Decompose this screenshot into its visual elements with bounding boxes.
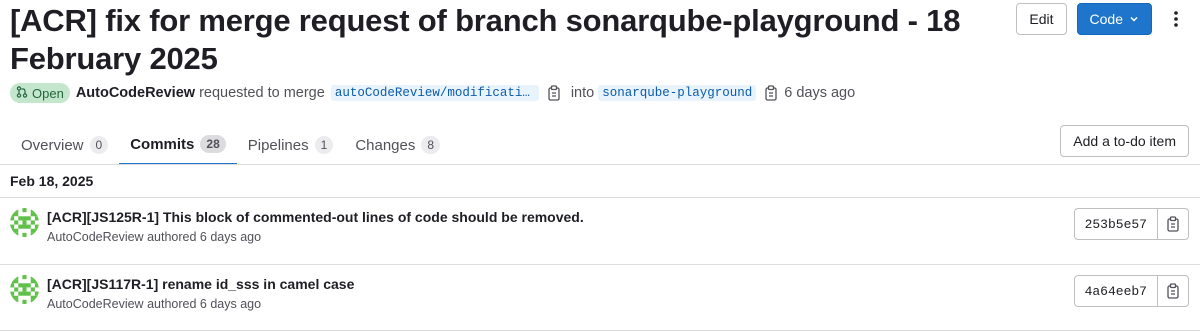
tab-label: Pipelines [247,136,309,154]
commit-group-date: Feb 18, 2025 [10,173,94,189]
commit-sha-group: 253b5e57 [1073,208,1189,240]
tab-overview[interactable]: Overview 0 [10,125,119,165]
tab-count: 1 [314,136,334,154]
into-text: into [570,85,595,101]
edit-button[interactable]: Edit [1016,3,1067,35]
requested-text: requested to merge [199,85,325,101]
page-title: [ACR] fix for merge request of branch so… [10,3,961,76]
tab-label: Overview [21,136,84,154]
tab-count: 28 [200,135,226,153]
commit-meta: AutoCodeReview authored 6 days ago [47,230,261,244]
status-label: Open [32,85,64,101]
author-link[interactable]: AutoCodeReview [76,85,195,101]
target-branch[interactable]: sonarqube-playground [598,85,757,101]
commit-authored-text: authored 6 days ago [147,230,262,244]
commit-sha[interactable]: 253b5e57 [1073,208,1158,240]
copy-source-branch-icon[interactable] [547,85,561,101]
divider [0,330,1200,331]
more-actions-kebab-icon[interactable] [1162,3,1190,35]
tab-label: Commits [130,135,195,153]
commit-authored-text: authored 6 days ago [147,297,262,311]
avatar[interactable] [10,275,39,304]
source-branch[interactable]: autoCodeReview/modificatio… [330,85,539,101]
commit-row: [ACR][JS125R-1] This block of commented-… [0,198,1200,264]
tab-count: 0 [89,136,109,154]
commit-row: [ACR][JS117R-1] rename id_sss in camel c… [0,265,1200,331]
commit-author[interactable]: AutoCodeReview [47,297,144,311]
tab-label: Changes [355,136,416,154]
commit-meta: AutoCodeReview authored 6 days ago [47,297,261,311]
mr-tabs: Overview 0 Commits 28 Pipelines 1 Change… [10,125,451,165]
code-button-label: Code [1089,11,1123,27]
copy-target-branch-icon[interactable] [764,85,778,101]
code-dropdown-button[interactable]: Code [1076,3,1152,35]
commit-author[interactable]: AutoCodeReview [47,230,144,244]
tab-commits[interactable]: Commits 28 [119,125,237,165]
copy-sha-icon[interactable] [1158,208,1189,240]
tab-pipelines[interactable]: Pipelines 1 [237,125,345,165]
merge-request-icon [16,85,28,101]
tabs-divider [0,164,1200,165]
time-ago: 6 days ago [784,85,856,101]
add-todo-button[interactable]: Add a to-do item [1060,125,1189,157]
commit-sha[interactable]: 4a64eeb7 [1073,275,1158,307]
merge-request-meta: Open AutoCodeReview requested to merge a… [10,83,855,103]
tab-changes[interactable]: Changes 8 [344,125,451,165]
header-actions: Edit Code [1016,3,1190,35]
tab-count: 8 [421,136,441,154]
avatar[interactable] [10,208,39,237]
status-badge: Open [10,83,70,103]
commit-title[interactable]: [ACR][JS117R-1] rename id_sss in camel c… [47,276,354,292]
copy-sha-icon[interactable] [1158,275,1189,307]
chevron-down-icon [1129,11,1139,27]
commit-sha-group: 4a64eeb7 [1073,275,1189,307]
commit-title[interactable]: [ACR][JS125R-1] This block of commented-… [47,209,584,225]
